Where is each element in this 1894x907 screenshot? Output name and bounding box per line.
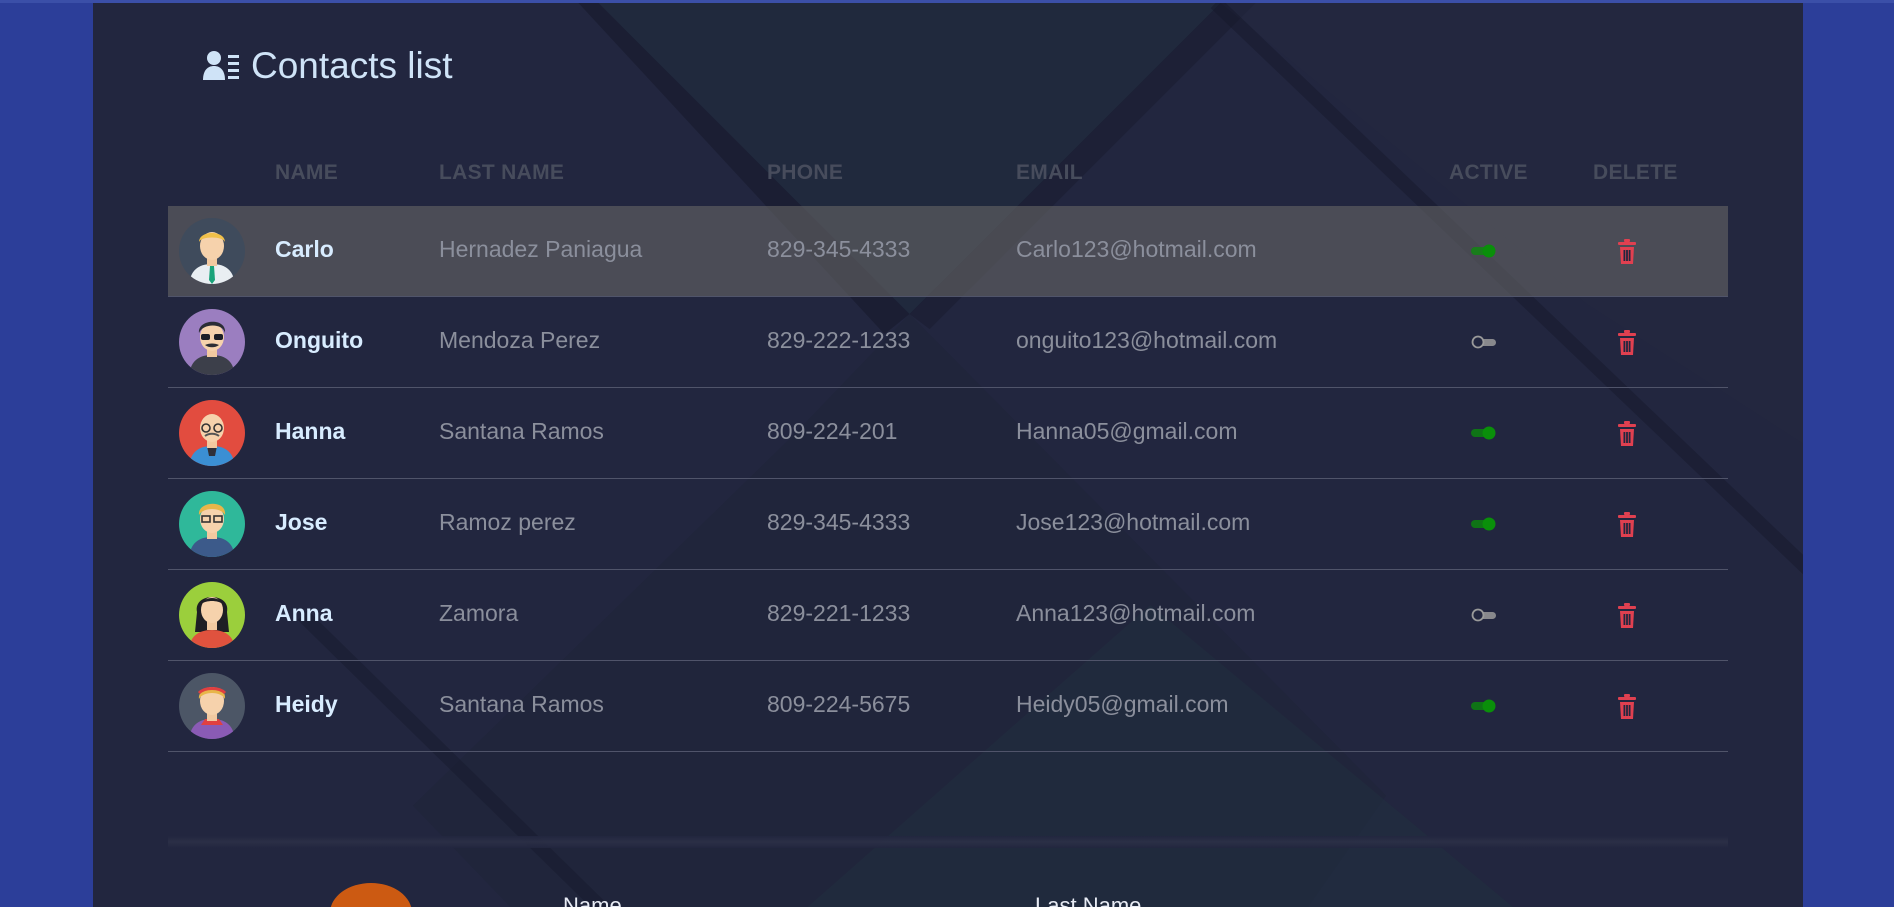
contact-phone: 829-222-1233 xyxy=(767,327,911,353)
woman-dark-hair-avatar xyxy=(179,582,245,648)
delete-button[interactable] xyxy=(1615,421,1639,447)
toggle-icon[interactable] xyxy=(1470,515,1498,533)
table-row[interactable]: Hanna Santana Ramos 809-224-201 Hanna05@… xyxy=(168,388,1728,479)
contact-phone: 829-345-4333 xyxy=(767,236,911,262)
contacts-table-body: Carlo Hernadez Paniagua 829-345-4333 Car… xyxy=(168,206,1728,752)
trash-icon xyxy=(1615,694,1639,724)
toggle-icon[interactable] xyxy=(1470,333,1498,351)
delete-button[interactable] xyxy=(1615,512,1639,538)
contact-phone: 829-221-1233 xyxy=(767,600,911,626)
section-divider xyxy=(168,836,1728,848)
delete-button[interactable] xyxy=(1615,694,1639,720)
contact-last-name: Ramoz perez xyxy=(439,509,576,535)
contacts-panel: Contacts list NAME LAST NAME PHONE EMAIL… xyxy=(93,3,1803,907)
trash-icon xyxy=(1615,421,1639,451)
contact-email: Hanna05@gmail.com xyxy=(1016,418,1238,444)
man-tie-avatar xyxy=(179,218,245,284)
table-row[interactable]: Jose Ramoz perez 829-345-4333 Jose123@ho… xyxy=(168,479,1728,570)
contact-name: Anna xyxy=(275,600,333,626)
header-name: NAME xyxy=(275,161,339,184)
page-title: Contacts list xyxy=(203,45,453,87)
woman-headband-avatar xyxy=(179,673,245,739)
trash-icon xyxy=(1615,603,1639,633)
toggle-icon[interactable] xyxy=(1470,242,1498,260)
header-delete: DELETE xyxy=(1593,161,1678,184)
contact-phone: 829-345-4333 xyxy=(767,509,911,535)
table-row[interactable]: Anna Zamora 829-221-1233 Anna123@hotmail… xyxy=(168,570,1728,661)
contact-email: Heidy05@gmail.com xyxy=(1016,691,1229,717)
contact-email: Carlo123@hotmail.com xyxy=(1016,236,1257,262)
contact-name: Carlo xyxy=(275,236,334,262)
trash-icon xyxy=(1615,512,1639,542)
table-row[interactable]: Heidy Santana Ramos 809-224-5675 Heidy05… xyxy=(168,661,1728,752)
trash-icon xyxy=(1615,330,1639,360)
contact-last-name: Santana Ramos xyxy=(439,691,604,717)
delete-button[interactable] xyxy=(1615,239,1639,265)
contact-phone: 809-224-201 xyxy=(767,418,898,444)
contact-last-name: Mendoza Perez xyxy=(439,327,601,353)
delete-button[interactable] xyxy=(1615,603,1639,629)
toggle-icon[interactable] xyxy=(1470,697,1498,715)
table-row[interactable]: Carlo Hernadez Paniagua 829-345-4333 Car… xyxy=(168,206,1728,297)
contacts-list-icon xyxy=(203,50,241,82)
contact-email: Jose123@hotmail.com xyxy=(1016,509,1251,535)
form-avatar xyxy=(330,883,412,907)
man-sunglasses-avatar xyxy=(179,309,245,375)
header-email: EMAIL xyxy=(1016,161,1083,184)
form-name-label: Name xyxy=(563,893,622,907)
contact-last-name: Zamora xyxy=(439,600,519,626)
table-header: NAME LAST NAME PHONE EMAIL ACTIVE DELETE xyxy=(168,161,1728,207)
man-blond-glasses-avatar xyxy=(179,491,245,557)
contact-name: Onguito xyxy=(275,327,364,353)
toggle-icon[interactable] xyxy=(1470,606,1498,624)
contact-email: Anna123@hotmail.com xyxy=(1016,600,1256,626)
contact-name: Heidy xyxy=(275,691,338,717)
contact-name: Hanna xyxy=(275,418,346,444)
contact-name: Jose xyxy=(275,509,328,535)
table-row[interactable]: Onguito Mendoza Perez 829-222-1233 ongui… xyxy=(168,297,1728,388)
header-phone: PHONE xyxy=(767,161,844,184)
contact-last-name: Hernadez Paniagua xyxy=(439,236,643,262)
trash-icon xyxy=(1615,239,1639,269)
header-last-name: LAST NAME xyxy=(439,161,565,184)
delete-button[interactable] xyxy=(1615,330,1639,356)
contact-email: onguito123@hotmail.com xyxy=(1016,327,1278,353)
form-last-name-label: Last Name xyxy=(1035,893,1142,907)
old-man-glasses-avatar xyxy=(179,400,245,466)
contact-last-name: Santana Ramos xyxy=(439,418,604,444)
header-active: ACTIVE xyxy=(1449,161,1528,184)
contact-phone: 809-224-5675 xyxy=(767,691,911,717)
toggle-icon[interactable] xyxy=(1470,424,1498,442)
page-title-text: Contacts list xyxy=(251,45,453,86)
